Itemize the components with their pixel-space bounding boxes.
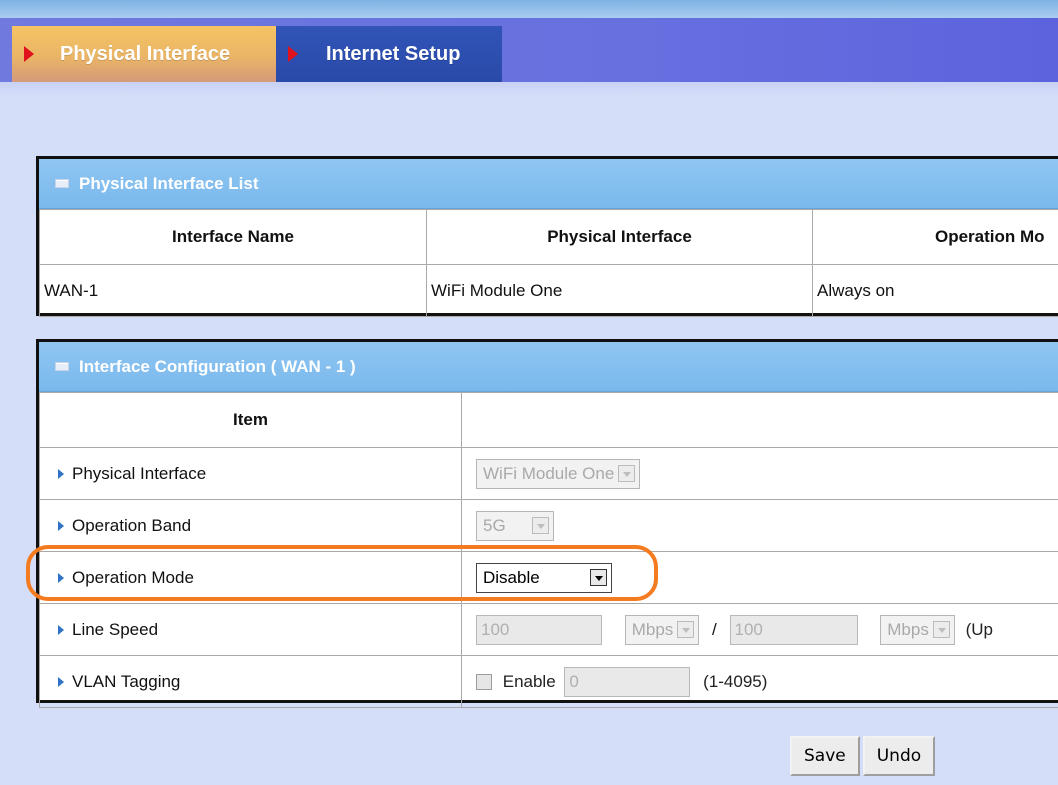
row-value-cell: WiFi Module One — [461, 447, 1058, 500]
row-value-cell: 100 Mbps / 100 Mbps (Up — [461, 603, 1058, 656]
row-value-cell: Disable — [461, 551, 1058, 604]
interface-config-table: Item Physical Interface WiFi Module One … — [39, 392, 1058, 708]
action-buttons: Save Undo — [790, 736, 936, 776]
row-label-cell: Operation Band — [39, 499, 462, 552]
tab-internet-setup[interactable]: Internet Setup — [276, 26, 502, 82]
column-header-empty — [461, 392, 1058, 448]
tab-label: Internet Setup — [326, 42, 461, 65]
table-cell: WiFi Module One — [426, 264, 813, 317]
column-header: Operation Mo — [812, 209, 1058, 265]
bullet-icon — [58, 625, 64, 636]
table-header-row: Item — [39, 392, 1058, 448]
panel-title: Physical Interface List — [79, 173, 259, 193]
table-row: WAN-1 WiFi Module One Always on — [39, 264, 1058, 317]
config-row-operation-mode: Operation Mode Disable — [39, 551, 1058, 604]
row-value-cell: 5G — [461, 499, 1058, 552]
column-header: Item — [39, 392, 462, 448]
config-row-physical-interface: Physical Interface WiFi Module One — [39, 447, 1058, 500]
bullet-icon — [58, 677, 64, 688]
undo-button[interactable]: Undo — [862, 736, 936, 776]
vlan-range-hint: (1-4095) — [703, 671, 768, 691]
row-label: Line Speed — [72, 619, 159, 639]
column-header: Interface Name — [39, 209, 427, 265]
tab-arrow-icon — [24, 46, 34, 62]
physical-interface-list-panel: Physical Interface List Interface Name P… — [36, 156, 1058, 317]
row-label: Physical Interface — [72, 463, 207, 483]
table-cell: WAN-1 — [39, 264, 427, 317]
select-value: Mbps — [631, 619, 674, 639]
row-label: Operation Mode — [72, 567, 194, 587]
row-label-cell: Operation Mode — [39, 551, 462, 604]
operation-band-select: 5G — [476, 510, 554, 541]
row-label-cell: Line Speed — [39, 603, 462, 656]
select-value: Disable — [483, 567, 540, 587]
tab-physical-interface[interactable]: Physical Interface — [12, 26, 276, 82]
row-value-cell: Enable 0 (1-4095) — [461, 655, 1058, 708]
select-value: 5G — [483, 515, 506, 535]
chevron-down-icon — [532, 517, 549, 534]
column-header: Physical Interface — [426, 209, 813, 265]
select-value: Mbps — [887, 619, 929, 639]
line-speed-separator: / — [712, 619, 717, 639]
config-row-line-speed: Line Speed 100 Mbps / 100 Mbps (Up — [39, 603, 1058, 656]
physical-interface-select: WiFi Module One — [476, 458, 641, 489]
chevron-down-icon — [677, 621, 695, 638]
row-label-cell: Physical Interface — [39, 447, 462, 500]
save-button[interactable]: Save — [790, 736, 860, 776]
panel-title: Interface Configuration ( WAN - 1 ) — [79, 356, 356, 376]
panel-header: Interface Configuration ( WAN - 1 ) — [39, 342, 1058, 392]
line-speed-up-unit-select: Mbps — [880, 614, 955, 645]
tab-label: Physical Interface — [60, 42, 231, 65]
chevron-down-icon — [618, 465, 636, 482]
bullet-icon — [58, 521, 64, 532]
tab-arrow-icon — [288, 46, 298, 62]
panel-square-icon — [55, 179, 69, 188]
select-value: WiFi Module One — [483, 463, 615, 483]
chevron-down-icon[interactable] — [590, 569, 607, 586]
config-row-vlan-tagging: VLAN Tagging Enable 0 (1-4095) — [39, 655, 1058, 708]
panel-header: Physical Interface List — [39, 159, 1058, 209]
panel-square-icon — [55, 362, 69, 371]
bullet-icon — [58, 469, 64, 480]
table-cell: Always on — [812, 264, 1058, 317]
interface-list-table: Interface Name Physical Interface Operat… — [39, 209, 1058, 317]
row-label: Operation Band — [72, 515, 192, 535]
line-speed-up-input: 100 — [729, 614, 858, 645]
config-row-operation-band: Operation Band 5G — [39, 499, 1058, 552]
chevron-down-icon — [932, 621, 950, 638]
vlan-id-input: 0 — [564, 666, 691, 697]
interface-configuration-panel: Interface Configuration ( WAN - 1 ) Item… — [36, 339, 1058, 708]
bullet-icon — [58, 573, 64, 584]
row-label: VLAN Tagging — [72, 671, 181, 691]
row-label-cell: VLAN Tagging — [39, 655, 462, 708]
line-speed-suffix: (Up — [965, 619, 993, 639]
tab-bar-shadow — [0, 82, 1058, 96]
line-speed-down-input: 100 — [476, 614, 602, 645]
vlan-enable-checkbox — [476, 673, 492, 690]
line-speed-down-unit-select: Mbps — [624, 614, 700, 645]
table-header-row: Interface Name Physical Interface Operat… — [39, 209, 1058, 265]
vlan-enable-label: Enable — [502, 671, 556, 691]
top-stripe — [0, 0, 1058, 18]
operation-mode-select[interactable]: Disable — [476, 562, 612, 593]
